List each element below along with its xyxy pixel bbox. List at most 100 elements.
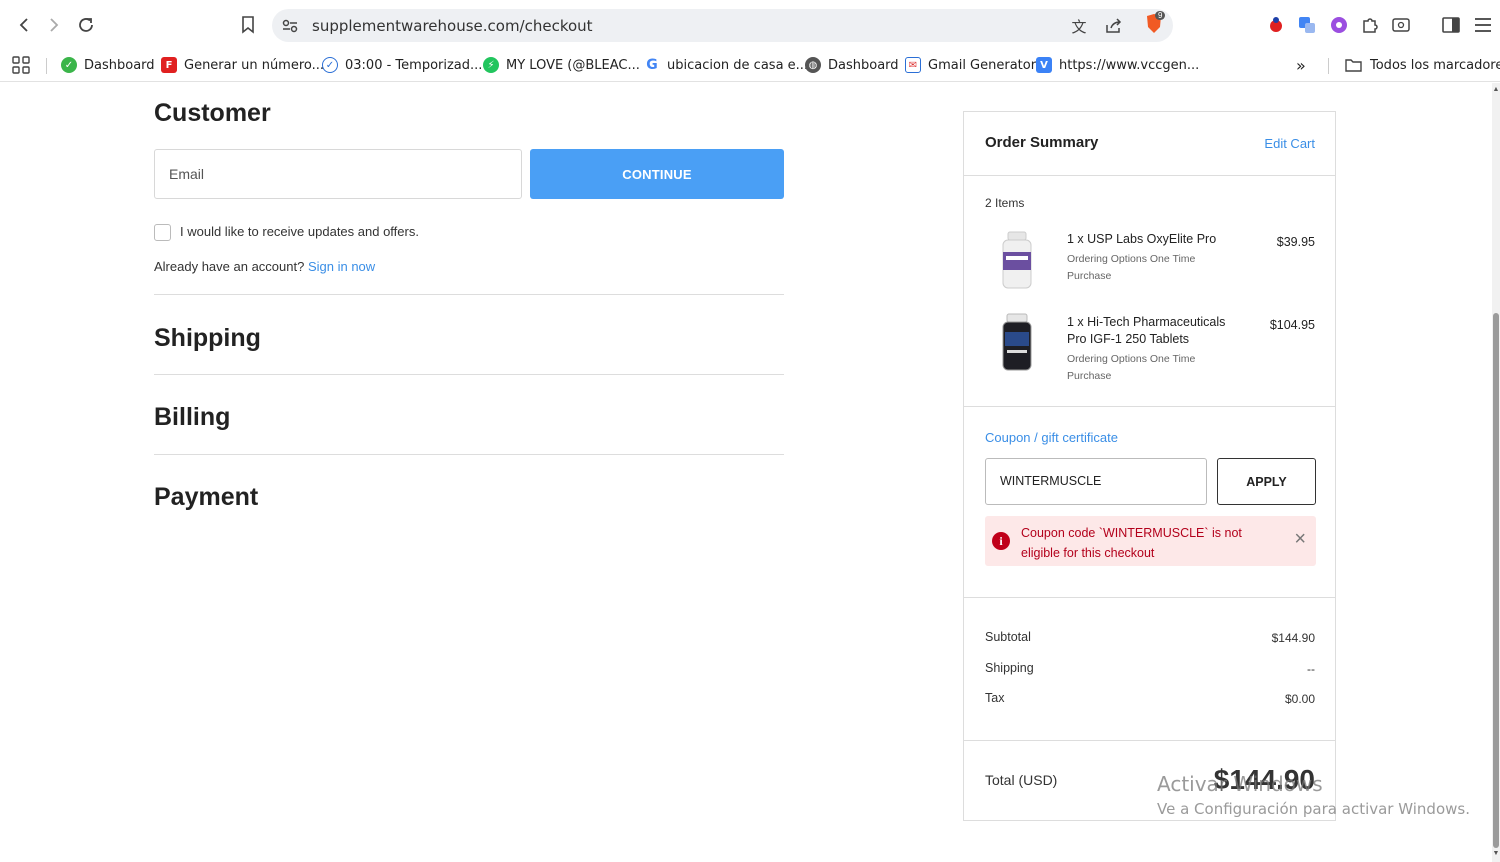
bookmark-label: 03:00 - Temporizad... <box>345 57 483 73</box>
section-divider <box>154 374 784 375</box>
section-divider <box>154 454 784 455</box>
media-icon[interactable] <box>1390 14 1412 36</box>
subtotal-value: $144.90 <box>1271 631 1315 645</box>
all-bookmarks-label: Todos los marcadores <box>1370 57 1500 73</box>
scroll-thumb[interactable] <box>1493 313 1499 848</box>
order-summary: Order Summary Edit Cart 2 Items 1 x USP … <box>963 111 1336 821</box>
bookmark-dashboard-1[interactable]: ✓ Dashboard <box>61 54 155 76</box>
bookmark-dashboard-2[interactable]: ◍ Dashboard <box>805 54 899 76</box>
bookmark-generar[interactable]: F Generar un número... <box>161 54 324 76</box>
bookmark-label: Generar un número... <box>184 57 325 73</box>
bookmark-label: Dashboard <box>828 57 899 73</box>
page-scrollbar[interactable]: ▲ ▼ <box>1492 83 1500 862</box>
apps-grid-icon[interactable] <box>12 54 30 76</box>
section-divider <box>154 294 784 295</box>
more-bookmarks-icon[interactable]: » <box>1296 54 1306 76</box>
scroll-down-icon[interactable]: ▼ <box>1492 849 1500 859</box>
site-settings-icon[interactable] <box>279 15 301 37</box>
bookmark-my-love[interactable]: ⚡ MY LOVE (@BLEAC... <box>483 54 640 76</box>
scroll-up-icon[interactable]: ▲ <box>1492 85 1500 95</box>
translate-extension-icon[interactable] <box>1296 14 1318 36</box>
edit-cart-link[interactable]: Edit Cart <box>1264 136 1315 151</box>
product-price: $39.95 <box>1276 235 1315 249</box>
summary-divider <box>964 740 1335 741</box>
email-input[interactable]: Email <box>154 149 522 199</box>
continue-button[interactable]: CONTINUE <box>530 149 784 199</box>
product-name: 1 x USP Labs OxyElite Pro <box>1067 232 1217 246</box>
google-icon: G <box>644 57 660 73</box>
shipping-label: Shipping <box>985 661 1034 675</box>
checkout-page: Customer Email CONTINUE I would like to … <box>0 83 1492 862</box>
windows-watermark-title: Activar Windows <box>1157 772 1323 796</box>
back-icon[interactable] <box>11 12 37 38</box>
bookmark-gmail-generator[interactable]: ✉ Gmail Generator <box>905 54 1036 76</box>
summary-divider <box>964 175 1335 176</box>
product-options: Ordering Options One Time Purchase <box>1067 253 1196 282</box>
sign-in-link[interactable]: Sign in now <box>308 259 375 274</box>
leaf-icon: ✓ <box>61 57 77 73</box>
menu-icon[interactable] <box>1472 14 1494 36</box>
folder-icon <box>1345 58 1362 72</box>
bookmark-label: MY LOVE (@BLEAC... <box>506 57 640 73</box>
coupon-input[interactable]: WINTERMUSCLE <box>985 458 1207 505</box>
bookmark-vccgen[interactable]: V https://www.vccgen... <box>1036 54 1199 76</box>
bookmark-icon[interactable] <box>235 12 261 38</box>
extensions-puzzle-icon[interactable] <box>1359 14 1381 36</box>
purple-extension-icon[interactable] <box>1328 14 1350 36</box>
coupon-error-alert: i Coupon code `WINTERMUSCLE` is not elig… <box>985 516 1316 566</box>
product-name: 1 x Hi-Tech Pharmaceuticals Pro IGF-1 25… <box>1067 315 1226 346</box>
payment-title[interactable]: Payment <box>154 483 258 512</box>
address-bar[interactable]: supplementwarehouse.com/checkout 文 <box>272 9 1173 42</box>
product-image-oxyelite <box>998 230 1036 290</box>
globe-icon: ◍ <box>805 57 821 73</box>
ladybug-extension-icon[interactable] <box>1265 14 1287 36</box>
account-prompt: Already have an account? Sign in now <box>154 259 375 274</box>
v-icon: V <box>1036 57 1052 73</box>
already-text: Already have an account? <box>154 259 305 274</box>
apply-button[interactable]: APPLY <box>1217 458 1316 505</box>
browser-toolbar: supplementwarehouse.com/checkout 文 9 <box>0 0 1500 48</box>
order-summary-title: Order Summary <box>985 134 1099 151</box>
bookmark-temporizador[interactable]: ✓ 03:00 - Temporizad... <box>322 54 482 76</box>
coupon-link[interactable]: Coupon / gift certificate <box>985 430 1118 445</box>
updates-label: I would like to receive updates and offe… <box>180 224 419 239</box>
translate-icon[interactable]: 文 <box>1068 15 1090 37</box>
mail-icon: ✉ <box>905 57 921 73</box>
share-icon[interactable] <box>1103 15 1125 37</box>
all-bookmarks-folder[interactable]: Todos los marcadores <box>1345 54 1500 76</box>
forward-icon[interactable] <box>41 12 67 38</box>
billing-title[interactable]: Billing <box>154 403 230 432</box>
bolt-icon: ⚡ <box>483 57 499 73</box>
sidebar-toggle-icon[interactable] <box>1440 14 1462 36</box>
error-icon: i <box>992 532 1010 550</box>
subtotal-label: Subtotal <box>985 630 1031 644</box>
shipping-value: -- <box>1307 662 1315 676</box>
windows-watermark-text: Ve a Configuración para activar Windows. <box>1157 800 1470 818</box>
product-price: $104.95 <box>1269 318 1315 332</box>
summary-divider <box>964 406 1335 407</box>
bookmarks-separator <box>46 58 47 74</box>
check-circle-icon: ✓ <box>322 57 338 73</box>
bookmark-label: https://www.vccgen... <box>1059 57 1200 73</box>
summary-divider <box>964 597 1335 598</box>
f-icon: F <box>161 57 177 73</box>
updates-checkbox[interactable] <box>154 224 171 241</box>
bookmark-ubicacion[interactable]: G ubicacion de casa e... <box>644 54 808 76</box>
close-icon[interactable]: × <box>1294 529 1306 549</box>
bookmarks-separator <box>1328 58 1329 74</box>
bookmark-label: Dashboard <box>84 57 155 73</box>
tax-value: $0.00 <box>1284 692 1315 706</box>
brave-shield-icon[interactable]: 9 <box>1144 11 1166 35</box>
reload-icon[interactable] <box>73 12 99 38</box>
shipping-title[interactable]: Shipping <box>154 324 261 353</box>
bookmark-label: Gmail Generator <box>928 57 1037 73</box>
items-count: 2 Items <box>985 196 1025 210</box>
bookmark-label: ubicacion de casa e... <box>667 57 809 73</box>
coupon-error-text: Coupon code `WINTERMUSCLE` is not eligib… <box>1021 526 1242 560</box>
total-label: Total (USD) <box>985 772 1058 788</box>
bookmarks-bar: ✓ Dashboard F Generar un número... ✓ 03:… <box>0 48 1500 82</box>
product-image-pro-igf1 <box>998 312 1036 372</box>
url-text[interactable]: supplementwarehouse.com/checkout <box>312 17 593 35</box>
product-options: Ordering Options One Time Purchase <box>1067 353 1196 382</box>
tax-label: Tax <box>985 691 1005 705</box>
